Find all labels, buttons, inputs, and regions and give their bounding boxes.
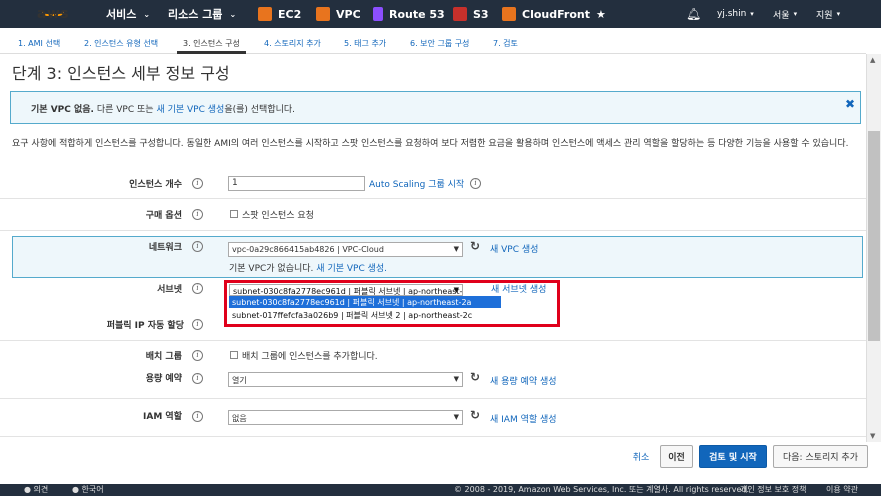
tab-ami[interactable]: 1. AMI 선택 (12, 34, 66, 54)
info-icon[interactable]: i (192, 283, 203, 294)
ec2-icon (258, 7, 272, 21)
scroll-down-icon[interactable]: ▼ (870, 432, 875, 440)
network-select[interactable]: vpc-0a29c866415ab4826 | VPC-Cloud ▼ (228, 242, 463, 257)
info-icon[interactable]: i (192, 373, 203, 384)
info-icon[interactable]: i (192, 209, 203, 220)
network-label: 네트워크 (148, 243, 182, 253)
info-icon[interactable]: i (192, 350, 203, 361)
globe-icon: ● (72, 485, 79, 494)
wizard-steps: 1. AMI 선택 2. 인스턴스 유형 선택 3. 인스턴스 구성 4. 스토… (0, 28, 866, 54)
feedback-icon: ● (24, 485, 31, 494)
support-menu[interactable]: 지원 ▾ (816, 0, 840, 28)
chevron-down-icon: ⌄ (229, 9, 237, 19)
iam-role-label: IAM 역할 (143, 412, 182, 422)
copyright: © 2008 - 2019, Amazon Web Services, Inc.… (454, 485, 750, 494)
footer: ● 의견 ● 한국어 © 2008 - 2019, Amazon Web Ser… (0, 484, 881, 496)
refresh-icon[interactable]: ↻ (470, 239, 480, 253)
refresh-icon[interactable]: ↻ (470, 370, 480, 384)
placement-group-option: 배치 그룹에 인스턴스를 추가합니다. (242, 352, 378, 362)
top-navigation-bar: aws 서비스 ⌄ 리소스 그룹 ⌄ EC2 VPC Route 53 S3 Clo… (0, 0, 881, 28)
refresh-icon[interactable]: ↻ (470, 408, 480, 422)
account-menu[interactable]: yj.shin ▾ (717, 0, 754, 28)
tab-configure-instance[interactable]: 3. 인스턴스 구성 (177, 34, 246, 54)
info-icon[interactable]: i (192, 411, 203, 422)
info-icon[interactable]: i (192, 178, 203, 189)
capacity-reservation-select[interactable]: 열기 ▼ (228, 372, 463, 387)
highlight-box (224, 280, 560, 327)
create-capacity-reservation-link[interactable]: 새 용량 예약 생성 (490, 374, 557, 387)
shortcut-route53[interactable]: Route 53 (373, 0, 445, 28)
aws-logo[interactable]: aws (37, 2, 69, 26)
scrollbar-thumb[interactable] (868, 131, 880, 341)
shortcut-ec2[interactable]: EC2 (258, 0, 301, 28)
scrollbar[interactable]: ▲ ▼ (866, 54, 881, 442)
route53-icon (373, 7, 383, 21)
pin-icon[interactable]: ★ (596, 0, 606, 28)
purchase-option-label: 구매 옵션 (145, 211, 182, 221)
instance-count-input[interactable]: 1 (228, 176, 365, 191)
vpc-icon (316, 7, 330, 21)
tab-tags[interactable]: 5. 태그 추가 (338, 34, 392, 54)
info-icon[interactable]: i (470, 178, 481, 189)
no-default-vpc-alert: 기본 VPC 없음. 다른 VPC 또는 새 기본 VPC 생성을(를) 선택합… (10, 91, 861, 124)
resource-groups-menu[interactable]: 리소스 그룹 ⌄ (168, 0, 236, 28)
shortcut-cloudfront[interactable]: CloudFront (502, 0, 590, 28)
capacity-reservation-label: 용량 예약 (145, 374, 182, 384)
info-icon[interactable]: i (192, 319, 203, 330)
subnet-label: 서브넷 (157, 285, 182, 295)
iam-role-select[interactable]: 없음 ▼ (228, 410, 463, 425)
close-icon[interactable]: ✖ (845, 97, 855, 111)
next-add-storage-button[interactable]: 다음: 스토리지 추가 (773, 445, 868, 468)
scroll-up-icon[interactable]: ▲ (870, 56, 875, 64)
create-default-vpc-link[interactable]: 새 기본 VPC 생성. (316, 264, 387, 274)
no-default-vpc-note: 기본 VPC가 없습니다. 새 기본 VPC 생성. (229, 264, 388, 274)
tab-storage[interactable]: 4. 스토리지 추가 (258, 34, 327, 54)
feedback-link[interactable]: ● 의견 (24, 484, 48, 496)
language-selector[interactable]: ● 한국어 (72, 484, 104, 496)
spot-instance-checkbox[interactable] (230, 210, 238, 218)
cloudfront-icon (502, 7, 516, 21)
info-icon[interactable]: i (192, 241, 203, 252)
placement-group-label: 배치 그룹 (145, 352, 182, 362)
auto-scaling-link[interactable]: Auto Scaling 그룹 시작 (369, 177, 464, 190)
privacy-link[interactable]: 개인 정보 보호 정책 (740, 484, 807, 496)
placement-group-checkbox[interactable] (230, 351, 238, 359)
public-ip-label: 퍼블릭 IP 자동 할당 (106, 321, 184, 331)
shortcut-vpc[interactable]: VPC (316, 0, 361, 28)
page-title: 단계 3: 인스턴스 세부 정보 구성 (12, 64, 230, 83)
services-menu[interactable]: 서비스 ⌄ (106, 0, 150, 28)
create-iam-role-link[interactable]: 새 IAM 역할 생성 (490, 412, 557, 425)
chevron-down-icon: ⌄ (143, 9, 151, 19)
tab-security-group[interactable]: 6. 보안 그룹 구성 (404, 34, 475, 54)
create-default-vpc-link[interactable]: 새 기본 VPC 생성 (156, 105, 224, 115)
terms-link[interactable]: 이용 약관 (826, 484, 858, 496)
shortcut-s3[interactable]: S3 (453, 0, 489, 28)
tab-review[interactable]: 7. 검토 (487, 34, 524, 54)
create-vpc-link[interactable]: 새 VPC 생성 (490, 242, 538, 255)
tab-instance-type[interactable]: 2. 인스턴스 유형 선택 (78, 34, 164, 54)
cancel-button[interactable]: 취소 (625, 445, 657, 468)
region-menu[interactable]: 서울 ▾ (773, 0, 797, 28)
previous-button[interactable]: 이전 (660, 445, 693, 468)
instance-count-label: 인스턴스 개수 (129, 180, 182, 190)
review-and-launch-button[interactable]: 검토 및 시작 (699, 445, 767, 468)
spot-instance-label: 스팟 인스턴스 요청 (242, 211, 314, 221)
bell-icon[interactable]: 🔔︎ (686, 0, 701, 28)
s3-icon (453, 7, 467, 21)
page-description: 요구 사항에 적합하게 인스턴스를 구성합니다. 동일한 AMI의 여러 인스턴… (12, 139, 849, 149)
